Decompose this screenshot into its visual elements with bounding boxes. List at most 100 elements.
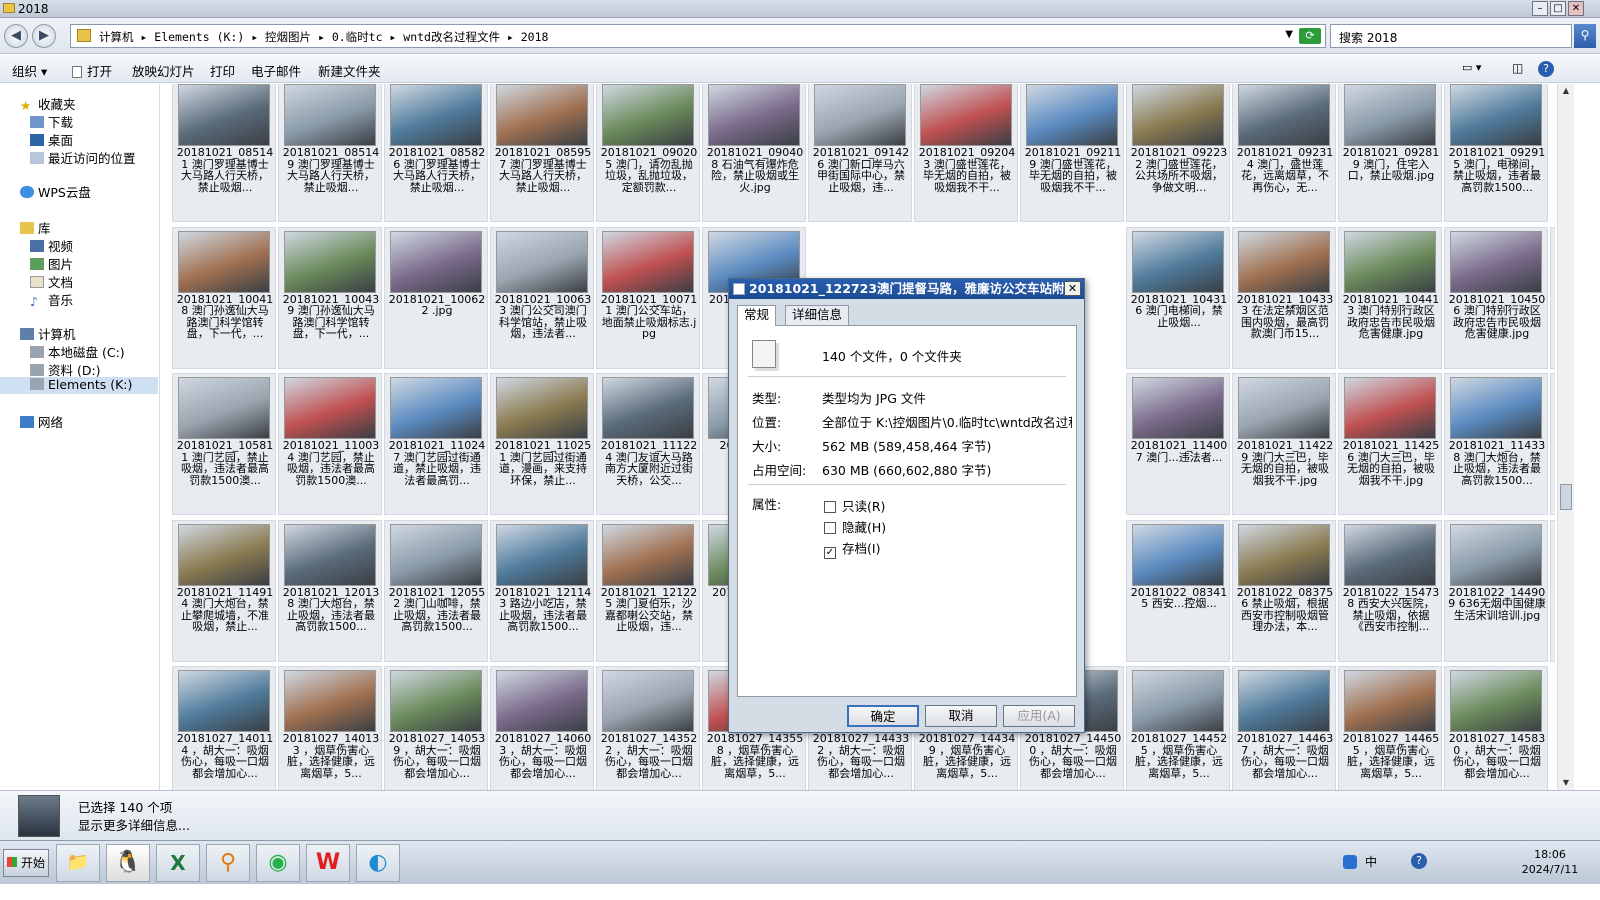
image-thumbnail[interactable] xyxy=(602,670,694,732)
file-tile[interactable]: 20181021_105811 澳门艺园，禁止吸烟，违法者最高罚款1500澳..… xyxy=(172,373,276,515)
scroll-thumb[interactable] xyxy=(1560,484,1572,510)
explorer-taskbar-icon[interactable]: 📁 xyxy=(56,844,100,882)
refresh-icon[interactable]: ⟳ xyxy=(1299,28,1321,44)
nav-disk-d[interactable]: 资料 (D:) xyxy=(30,360,101,378)
file-tile[interactable]: 20181021_091426 澳门新口岸马六甲街国际中心，禁止吸烟，违... xyxy=(808,84,912,222)
email-button[interactable]: 电子邮件 xyxy=(251,61,301,80)
image-thumbnail[interactable] xyxy=(390,377,482,439)
vertical-scrollbar[interactable]: ▲ ▼ xyxy=(1557,84,1574,790)
file-tile[interactable]: 20181021_120138 澳门大炮台，禁止吸烟，违法者最高罚款1500..… xyxy=(278,519,382,662)
file-tile[interactable]: 20181027_144525 ，烟草伤害心脏，选择健康，远离烟草，5... xyxy=(1126,666,1230,790)
image-thumbnail[interactable] xyxy=(496,230,588,293)
image-thumbnail[interactable] xyxy=(1344,523,1436,586)
file-tile[interactable]: 20181021_120552 澳门山咖啡，禁止吸烟，违法者最高罚款1500..… xyxy=(384,519,488,662)
image-thumbnail[interactable] xyxy=(1238,84,1330,146)
edge-taskbar-icon[interactable]: ◐ xyxy=(356,844,400,882)
image-thumbnail[interactable] xyxy=(390,230,482,293)
file-tile[interactable]: 20181021_121225 澳门夏伯乐，沙嘉都喇公交站，禁止吸烟，违... xyxy=(596,519,700,662)
image-thumbnail[interactable] xyxy=(602,377,694,439)
file-tile[interactable]: 20181027_140603 ，胡大一：吸烟伤心，每吸一口烟都会增加心... xyxy=(490,666,594,790)
apply-button[interactable]: 应用(A) xyxy=(1003,705,1075,727)
scroll-up-icon[interactable]: ▲ xyxy=(1558,84,1574,98)
nav-library[interactable]: 库 xyxy=(20,218,51,236)
file-tile[interactable]: 20181021_090408 石油气有爆炸危险，禁止吸烟或生火.jpg xyxy=(702,84,806,222)
more-details-link[interactable]: 显示更多详细信息... xyxy=(78,815,190,834)
image-thumbnail[interactable] xyxy=(1450,377,1542,439)
image-thumbnail[interactable] xyxy=(708,84,800,146)
tab-general[interactable]: 常规 xyxy=(737,305,777,326)
file-tile[interactable]: 20181022_154738 西安大兴医院，禁止吸烟，依据《西安市控制... xyxy=(1338,519,1442,662)
help-icon[interactable]: ? xyxy=(1538,61,1554,77)
image-thumbnail[interactable] xyxy=(284,84,376,146)
ime-icon[interactable]: 中 xyxy=(1365,853,1377,870)
image-thumbnail[interactable] xyxy=(284,670,376,732)
image-thumbnail[interactable] xyxy=(1450,230,1542,293)
nav-downloads[interactable]: 下载 xyxy=(30,112,73,130)
ok-button[interactable]: 确定 xyxy=(847,705,919,727)
minimize-button[interactable]: – xyxy=(1532,1,1548,16)
close-button[interactable]: ✕ xyxy=(1568,1,1584,16)
nav-wps-cloud[interactable]: WPS云盘 xyxy=(20,182,91,200)
image-thumbnail[interactable] xyxy=(284,377,376,439)
nav-recent[interactable]: 最近访问的位置 xyxy=(30,148,136,166)
wps-taskbar-icon[interactable]: W xyxy=(306,844,350,882)
file-tile[interactable]: 20181021_085141 澳门罗理基博士大马路人行天桥，禁止吸烟... xyxy=(172,84,276,222)
image-thumbnail[interactable] xyxy=(814,84,906,146)
back-button[interactable]: ◀ xyxy=(4,24,28,48)
tab-details[interactable]: 详细信息 xyxy=(785,305,850,325)
file-tile[interactable]: 20181021_085149 澳门罗理基博士大马路人行天桥，禁止吸烟... xyxy=(278,84,382,222)
image-thumbnail[interactable] xyxy=(1344,670,1436,732)
image-thumbnail[interactable] xyxy=(1238,230,1330,293)
qq-taskbar-icon[interactable]: 🐧 xyxy=(106,844,150,882)
view-icon[interactable]: ▭ ▾ xyxy=(1462,61,1481,74)
address-path[interactable]: 计算机 ▸ Elements (K:) ▸ 控烟图片 ▸ 0.临时tc ▸ wn… xyxy=(99,29,548,45)
checkbox-box[interactable] xyxy=(824,501,836,513)
file-tile[interactable]: 20181021_100418 澳门孙逸仙大马路澳门科学馆转盘，下一代，... xyxy=(172,226,276,369)
excel-taskbar-icon[interactable]: X xyxy=(156,844,200,882)
file-tile[interactable]: 20181021_114914 澳门大炮台，禁止攀爬城墙，不准吸烟，禁止... xyxy=(172,519,276,662)
file-tile[interactable]: 20181021_100633 澳门公交司澳门科学馆站，禁止吸烟，违法者... xyxy=(490,226,594,369)
image-thumbnail[interactable] xyxy=(1026,84,1118,146)
file-tile[interactable]: 20181021_104413 澳门特别行政区政府忠告市民吸烟危害健康.jpg xyxy=(1338,226,1442,369)
slideshow-button[interactable]: 放映幻灯片 xyxy=(132,61,195,80)
image-thumbnail[interactable] xyxy=(1238,670,1330,732)
start-button[interactable]: 开始 xyxy=(3,849,49,877)
image-thumbnail[interactable] xyxy=(390,84,482,146)
image-thumbnail[interactable] xyxy=(1344,84,1436,146)
file-tile[interactable]: 20181022_083756 禁止吸烟，根据西安市控制吸烟管理办法，本... xyxy=(1232,519,1336,662)
checkbox-box[interactable] xyxy=(824,522,836,534)
file-tile[interactable]: 20181027_135537 ，烟草伤害心脏，选择健康，远离烟草，5... xyxy=(1550,519,1555,662)
file-tile[interactable]: 20181027_144637 ，胡大一：吸烟伤心，每吸一口烟都会增加心... xyxy=(1232,666,1336,790)
file-tile[interactable]: 20181027_140114 ，胡大一：吸烟伤心，每吸一口烟都会增加心... xyxy=(172,666,276,790)
file-tile[interactable]: 20181021_110034 澳门艺园，禁止吸烟，违法者最高罚款1500澳..… xyxy=(278,373,382,515)
file-tile[interactable]: 20181021_114743 澳门大炮台，禁止吸烟，违法者最高罚款1500..… xyxy=(1550,373,1555,515)
archive-checkbox[interactable]: ✓ 存档(I) xyxy=(824,538,880,559)
file-tile[interactable]: 20181021_092819 澳门，住宅入口，禁止吸烟.jpg xyxy=(1338,84,1442,222)
clock[interactable]: 18:06 2024/7/11 xyxy=(1510,847,1590,877)
file-tile[interactable]: 20181027_145830 ，胡大一：吸烟伤心，每吸一口烟都会增加心... xyxy=(1444,666,1548,790)
file-tile[interactable]: 20181021_104506 澳门特别行政区政府忠告市民吸烟危害健康.jpg xyxy=(1444,226,1548,369)
image-thumbnail[interactable] xyxy=(178,230,270,293)
file-tile[interactable]: 20181027_140539 ，胡大一：吸烟伤心，每吸一口烟都会增加心... xyxy=(384,666,488,790)
image-thumbnail[interactable] xyxy=(920,84,1012,146)
file-tile[interactable]: 20181027_140133 ，烟草伤害心脏，选择健康，远离烟草，5... xyxy=(278,666,382,790)
file-tile[interactable]: 20181021_090205 澳门，请勿乱抛垃圾，乱抛垃圾，定额罚款... xyxy=(596,84,700,222)
new-folder-button[interactable]: 新建文件夹 xyxy=(318,61,381,80)
nav-network[interactable]: 网络 xyxy=(20,412,63,430)
image-thumbnail[interactable] xyxy=(1132,670,1224,732)
preview-pane-icon[interactable]: ◫ xyxy=(1512,61,1523,75)
file-tile[interactable]: 20181021_114256 澳门大三巴，毕无烟的自拍，被吸烟我不干.jpg xyxy=(1338,373,1442,515)
file-tile[interactable]: 20181021_092043 澳门盛世莲花，毕无烟的自拍，被吸烟我不干... xyxy=(914,84,1018,222)
image-thumbnail[interactable] xyxy=(1450,84,1542,146)
nav-desktop[interactable]: 桌面 xyxy=(30,130,73,148)
file-tile[interactable]: 20181021_114338 澳门大炮台，禁止吸烟，违法者最高罚款1500..… xyxy=(1444,373,1548,515)
image-thumbnail[interactable] xyxy=(284,523,376,586)
image-thumbnail[interactable] xyxy=(1132,84,1224,146)
image-thumbnail[interactable] xyxy=(496,523,588,586)
file-tile[interactable]: 20181021_092915 澳门，电梯间，禁止吸烟，违者最高罚款1500..… xyxy=(1444,84,1548,222)
image-thumbnail[interactable] xyxy=(284,230,376,293)
file-tile[interactable]: 20181021_092119 澳门盛世莲花，毕无烟的自拍，被吸烟我不干... xyxy=(1020,84,1124,222)
file-tile[interactable]: 20181021_114229 澳门大三巴，毕无烟的自拍，被吸烟我不干.jpg xyxy=(1232,373,1336,515)
nav-favorites[interactable]: ★ 收藏夹 xyxy=(20,94,76,113)
cancel-button[interactable]: 取消 xyxy=(925,705,997,727)
